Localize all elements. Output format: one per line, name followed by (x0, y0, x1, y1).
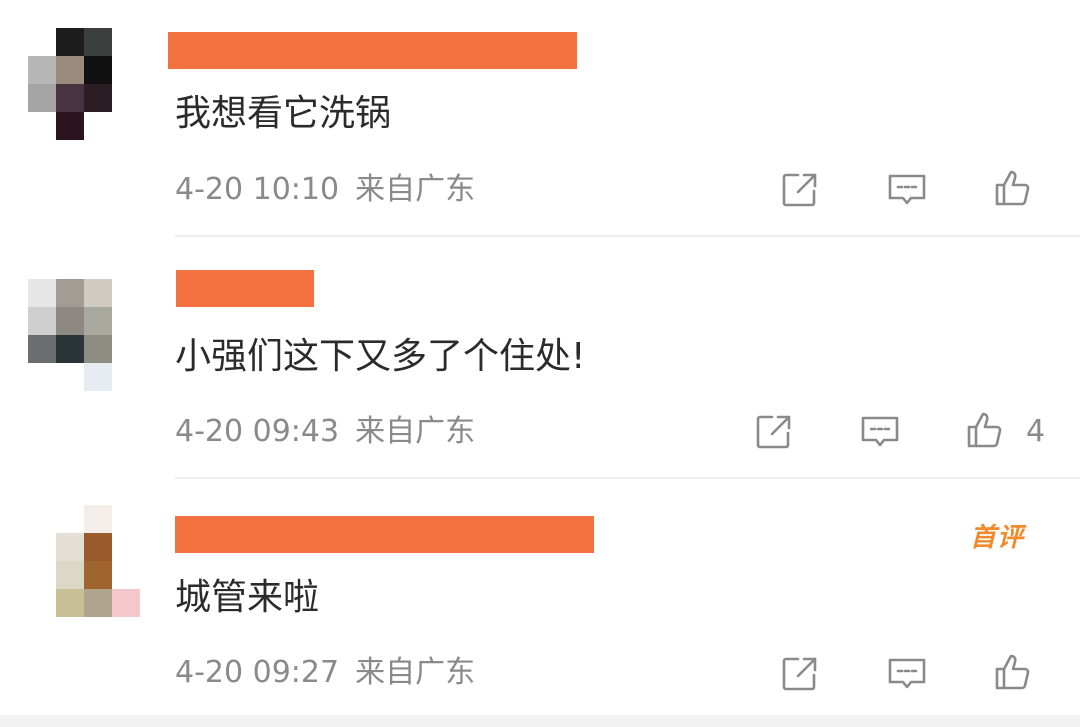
comment-text: 我想看它洗锅 (175, 93, 392, 134)
share-button[interactable] (778, 652, 822, 696)
comment-time: 4-20 09:27 (175, 655, 340, 690)
thumbs-up-icon (995, 170, 1030, 206)
first-comment-badge: 首评 (970, 523, 1025, 553)
share-button[interactable] (752, 410, 796, 454)
comment-item: 小强们这下又多了个住处! 4-20 09:43 来自广东 4 (0, 237, 1080, 479)
like-count: 4 (1026, 414, 1046, 449)
share-button[interactable] (778, 168, 822, 212)
share-icon (782, 173, 817, 207)
share-icon (756, 415, 791, 449)
comment-time: 4-20 10:10 (175, 172, 340, 207)
avatar[interactable] (28, 28, 112, 140)
comment-icon (861, 416, 899, 447)
comment-text: 城管来啦 (175, 577, 320, 618)
username-redacted[interactable] (176, 270, 314, 307)
comment-time: 4-20 09:43 (175, 414, 340, 449)
like-button[interactable] (964, 408, 1008, 452)
comment-meta: 4-20 09:27 来自广东 (175, 655, 475, 691)
comment-text: 小强们这下又多了个住处! (175, 336, 586, 377)
reply-button[interactable] (885, 168, 929, 212)
like-button[interactable] (992, 650, 1036, 694)
comment-icon (888, 174, 926, 205)
comment-location: 来自广东 (355, 655, 476, 690)
bottom-divider (0, 715, 1080, 727)
like-button[interactable] (992, 166, 1036, 210)
share-icon (782, 657, 817, 691)
reply-button[interactable] (858, 410, 902, 454)
avatar[interactable] (28, 279, 112, 391)
thumbs-up-icon (967, 412, 1002, 448)
comment-item: 首评 城管来啦 4-20 09:27 来自广东 (0, 479, 1080, 715)
comment-location: 来自广东 (355, 172, 476, 207)
reply-button[interactable] (885, 652, 929, 696)
username-redacted[interactable] (175, 516, 594, 553)
username-redacted[interactable] (168, 32, 577, 69)
comment-icon (888, 658, 926, 689)
comment-item: 我想看它洗锅 4-20 10:10 来自广东 (0, 0, 1080, 237)
thumbs-up-icon (995, 654, 1030, 690)
comment-meta: 4-20 10:10 来自广东 (175, 172, 475, 208)
comment-meta: 4-20 09:43 来自广东 (175, 414, 475, 450)
comment-location: 来自广东 (355, 414, 476, 449)
avatar[interactable] (56, 505, 140, 617)
